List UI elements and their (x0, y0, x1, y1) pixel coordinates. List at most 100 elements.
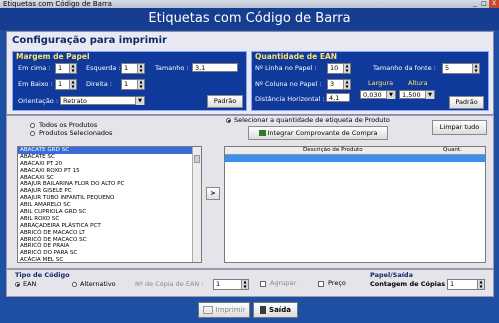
esquerda-label: Esquerda : (86, 64, 121, 72)
altura-label: Altura (408, 79, 428, 87)
copia-spinner[interactable]: 1 ▲ ▼ (213, 279, 249, 290)
largura-label: Largura (368, 79, 394, 87)
spinner-arrows-icon[interactable]: ▲ ▼ (472, 63, 479, 73)
sair-label: Saída (269, 306, 291, 314)
esquerda-spinner[interactable]: 1 ▲ ▼ (121, 63, 145, 74)
spinner-arrows-icon[interactable]: ▲ ▼ (137, 63, 144, 73)
radio-ean[interactable] (15, 282, 20, 287)
spinner-arrows-icon[interactable]: ▲ ▼ (343, 63, 350, 73)
list-scrollbar[interactable] (192, 147, 201, 262)
list-item[interactable]: ABIL AMARELO SC (18, 202, 201, 209)
distancia-label: Distância Horizontal : (255, 95, 325, 103)
orientacao-label: Orientação : (18, 97, 59, 105)
config-title: Configuração para imprimir (12, 35, 167, 46)
largura-select[interactable]: 0,030 ▼ (360, 90, 396, 99)
grid-header: Descrição de Produto Quant. (225, 147, 485, 155)
direita-label: Direita : (86, 80, 112, 88)
produtos-list[interactable]: ABACATE GRD SC ABACATE SC ABACAXI PT 20 ABA… (17, 146, 202, 263)
em-cima-spinner[interactable]: 1 ▲ ▼ (55, 63, 77, 74)
radio-selecionados-label[interactable]: Produtos Selecionados (39, 129, 112, 137)
list-item[interactable]: ABAJUR GISELE PC (18, 188, 201, 195)
printer-icon (202, 306, 213, 314)
chevron-down-icon[interactable]: ▼ (135, 97, 144, 105)
list-item[interactable]: ABACATE GRD SC (18, 147, 201, 154)
direita-spinner[interactable]: 1 ▲ ▼ (121, 79, 145, 90)
spinner-arrows-icon[interactable]: ▲ ▼ (241, 279, 248, 289)
radio-selecionados[interactable] (30, 131, 35, 136)
radio-ean-label[interactable]: EAN (23, 280, 36, 288)
list-item[interactable]: ABRICÓ DE MACACO LT (18, 230, 201, 237)
linha-label: Nº Linha no Papel : (255, 64, 317, 72)
integrar-label: Integrar Comprovante de Compra (267, 129, 378, 137)
radio-alternativo-label[interactable]: Alternativo (80, 280, 116, 288)
exit-door-icon (260, 306, 267, 314)
radio-alternativo[interactable] (72, 282, 77, 287)
chevron-down-icon[interactable]: ▼ (386, 91, 395, 99)
altura-select[interactable]: 1,500 ▼ (399, 90, 435, 99)
spinner-arrows-icon[interactable]: ▲ ▼ (477, 279, 484, 289)
em-baixo-spinner[interactable]: 1 ▲ ▼ (55, 79, 77, 90)
spinner-arrows-icon[interactable]: ▲ ▼ (343, 79, 350, 89)
quantidade-padrao-button[interactable]: Padrão (449, 96, 484, 109)
close-button[interactable]: X (489, 0, 499, 8)
produtos-list-rows: ABACATE GRD SC ABACATE SC ABACAXI PT 20 ABA… (18, 147, 201, 262)
em-baixo-label: Em Baixo : (18, 80, 53, 88)
radio-quantidade-label[interactable]: Selecionar a quantidade de etiqueta de P… (234, 116, 390, 124)
radio-todos[interactable] (30, 123, 35, 128)
list-item[interactable]: ABACAXI PT 20 (18, 161, 201, 168)
margem-caption: Margem de Papel (16, 52, 90, 61)
list-item[interactable]: ABRAÇADEIRA PLÁSTICA PCT (18, 223, 201, 230)
preco-label: Preço (328, 279, 346, 287)
list-item[interactable]: ABAJUR BAILARINA FLOR DO ALTO PC (18, 181, 201, 188)
papel-saida-title: Papel/Saída (370, 271, 413, 279)
list-item[interactable]: ABIL ROXO SC (18, 216, 201, 223)
app-window: Etiquetas com Código de Barra _ □ X Etiq… (0, 0, 499, 323)
imprimir-button[interactable]: Imprimir (198, 302, 250, 318)
contagem-label: Contagem de Cópias : (370, 280, 451, 288)
spinner-arrows-icon[interactable]: ▲ ▼ (69, 79, 76, 89)
preco-checkbox[interactable] (318, 281, 324, 287)
fonte-spinner[interactable]: 5 ▲ ▼ (442, 63, 480, 74)
distancia-input[interactable]: 4,1 (326, 93, 350, 102)
agrupar-label: Agrupar (270, 279, 297, 287)
coluna-label: Nº Coluna no Papel : (255, 80, 322, 88)
list-item[interactable]: ABACAXI SC (18, 175, 201, 182)
spinner-arrows-icon[interactable]: ▲ ▼ (137, 79, 144, 89)
grid-selected-row[interactable] (225, 155, 485, 162)
tamanho-label: Tamanho : (155, 64, 189, 72)
integrar-comprovante-button[interactable]: Integrar Comprovante de Compra (248, 126, 388, 140)
sair-button[interactable]: Saída (253, 302, 298, 318)
radio-todos-label[interactable]: Todos os Produtos (39, 121, 97, 129)
window-titlebar: Etiquetas com Código de Barra _ □ X (0, 0, 499, 8)
quantidade-caption: Quantidade de EAN (255, 52, 338, 61)
agrupar-checkbox[interactable] (260, 281, 266, 287)
contagem-spinner[interactable]: 1 ▲ ▼ (447, 279, 485, 290)
maximize-button[interactable]: □ (479, 0, 489, 8)
margem-padrao-button[interactable]: Padrão (207, 95, 243, 108)
list-item[interactable]: ABAJUR TUBO INFANTIL PEQUENO (18, 195, 201, 202)
move-right-button[interactable]: > (206, 187, 220, 200)
list-item[interactable]: ABIL CUPRIOLA GRD SC (18, 209, 201, 216)
list-item[interactable]: ABACAXI ROXO PT 15 (18, 168, 201, 175)
copia-label: Nº de Cópia de EAN : (135, 280, 204, 288)
coluna-spinner[interactable]: 3 ▲ ▼ (327, 79, 351, 90)
list-item[interactable]: ACÁCIA MEL SC (18, 257, 201, 262)
em-cima-label: Em cima : (18, 64, 51, 72)
selected-grid[interactable]: Descrição de Produto Quant. (224, 146, 486, 263)
scroll-thumb[interactable] (194, 155, 200, 163)
list-item[interactable]: ABACATE SC (18, 154, 201, 161)
imprimir-label: Imprimir (215, 306, 246, 314)
tipo-codigo-title: Tipo de Código (15, 271, 70, 279)
tamanho-input[interactable]: 3,1 (192, 63, 238, 72)
limpar-tudo-button[interactable]: Limpar tudo (432, 120, 487, 135)
page-header: Etiquetas com Código de Barra (0, 8, 499, 30)
spinner-arrows-icon[interactable]: ▲ ▼ (69, 63, 76, 73)
chevron-down-icon[interactable]: ▼ (425, 91, 434, 99)
orientacao-select[interactable]: Retrato ▼ (60, 96, 145, 105)
window-title: Etiquetas com Código de Barra (3, 0, 112, 8)
grid-col-quant: Quant. (443, 147, 462, 153)
radio-quantidade[interactable] (226, 118, 231, 123)
grid-col-desc: Descrição de Produto (303, 147, 363, 153)
fonte-label: Tamanho da fonte : (373, 64, 436, 72)
linha-spinner[interactable]: 10 ▲ ▼ (327, 63, 351, 74)
